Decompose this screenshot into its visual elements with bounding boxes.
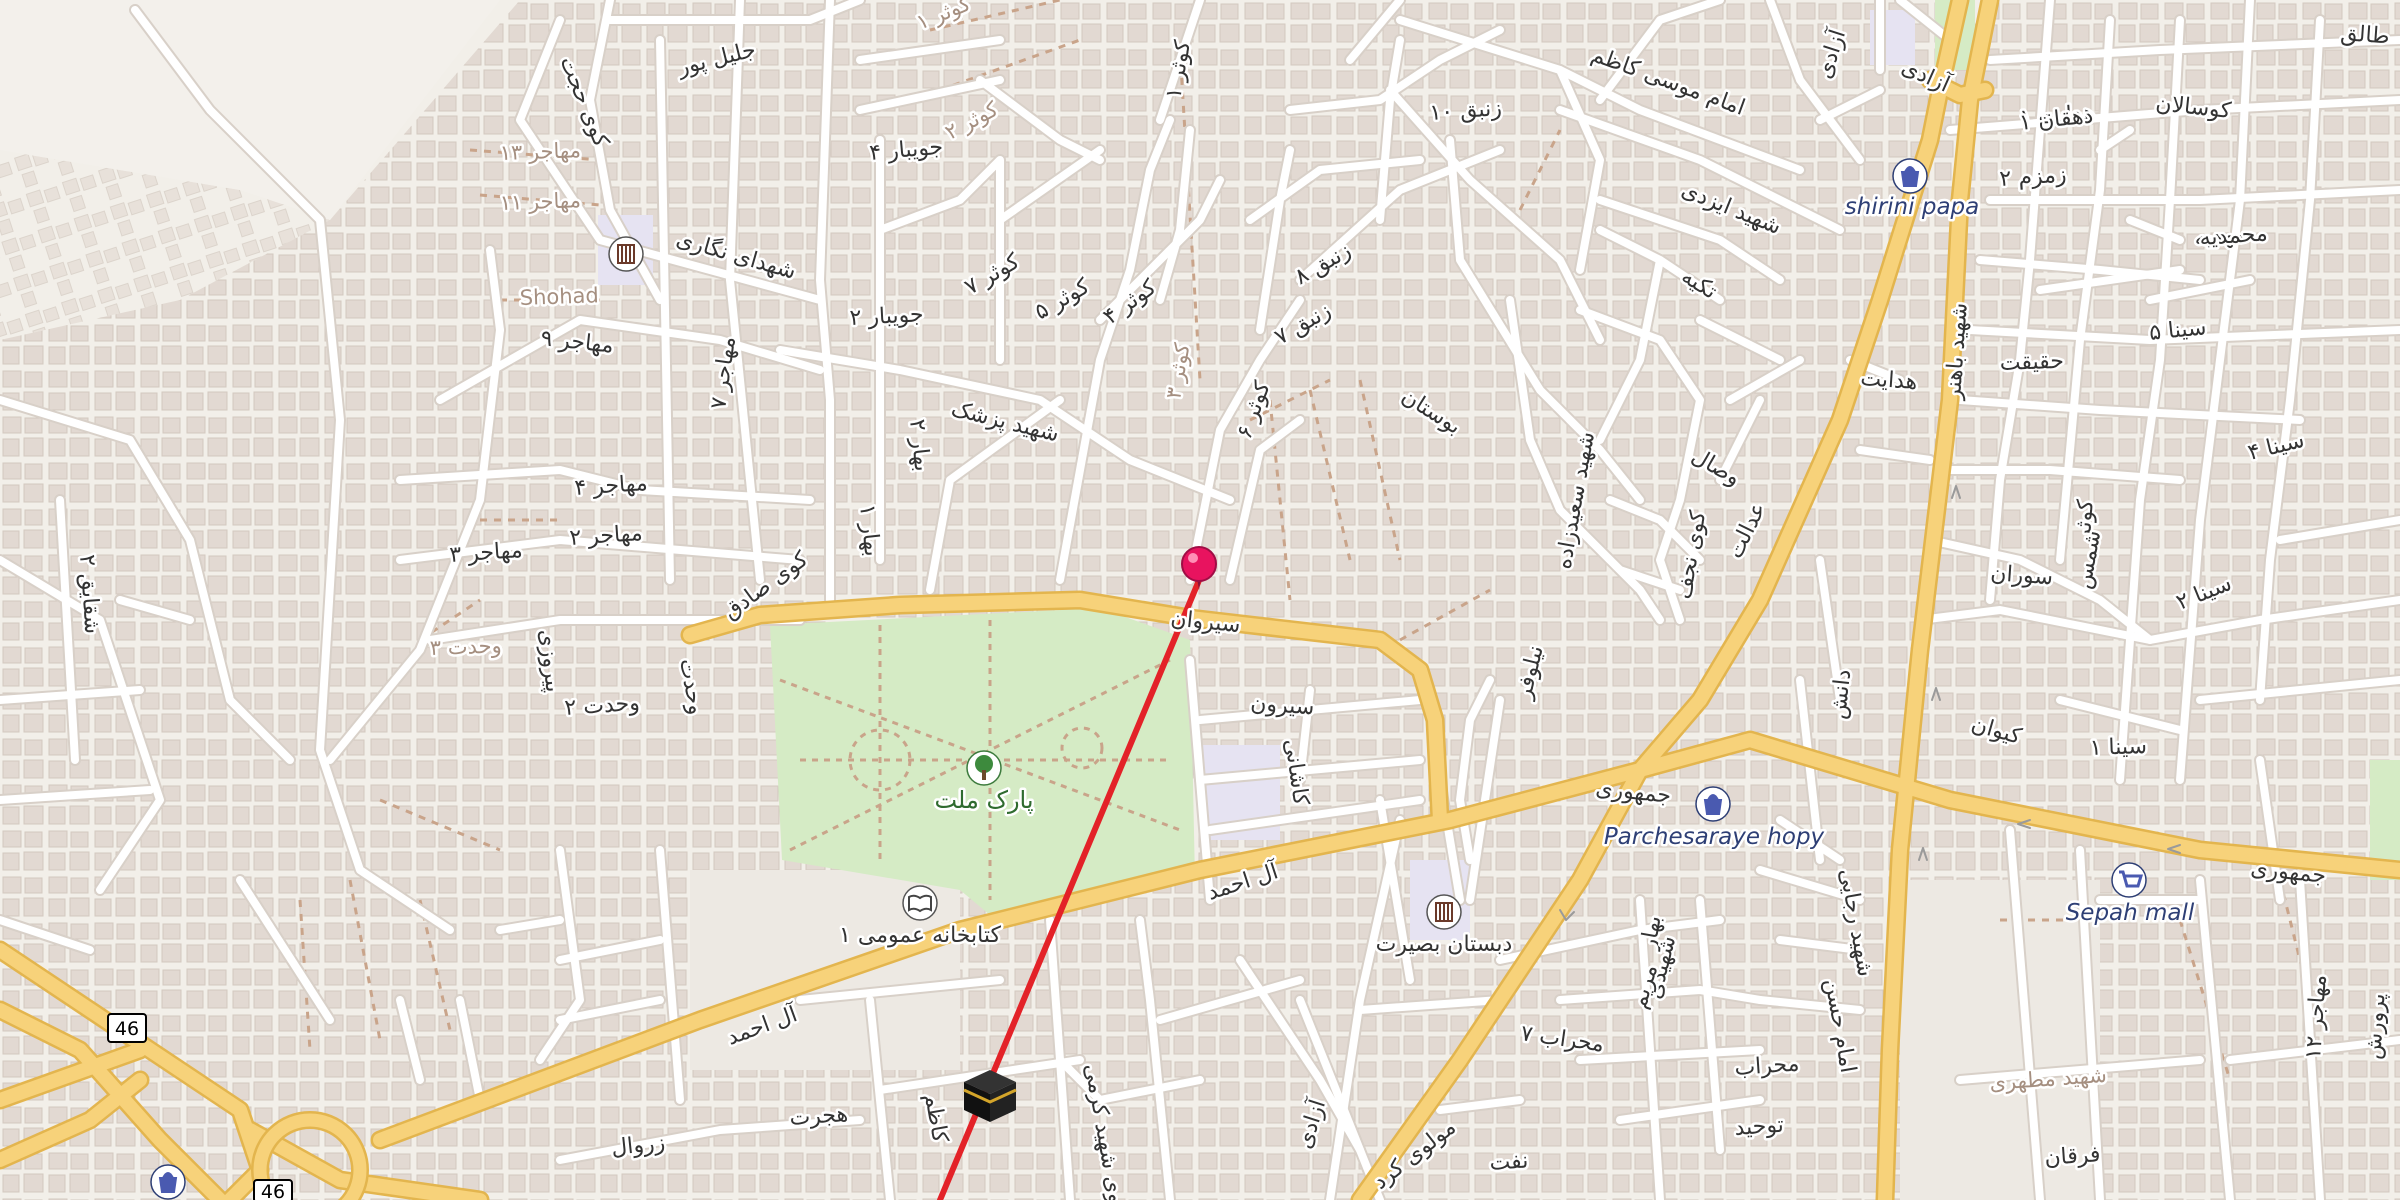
street-label: محراب <box>1734 1052 1801 1081</box>
map-view[interactable]: 46 46 shirini papa Parchesaraye hopy Sep… <box>0 0 2400 1200</box>
poi-label: پارک ملت <box>934 786 1033 814</box>
highway-shield-46-bottom: 46 <box>253 1179 293 1200</box>
poi-label: دبستان بصیرت <box>1376 932 1513 957</box>
highway-shield-46-top: 46 <box>107 1013 147 1043</box>
poi-label: Sepah mall <box>2066 900 2195 926</box>
street-label: زنبق ۱۰ <box>1429 96 1503 126</box>
shield-number: 46 <box>261 1181 285 1200</box>
street-label: دانش <box>1826 668 1856 720</box>
street-label: محمدیه <box>2199 221 2269 251</box>
poi-label: shirini papa <box>1845 194 1979 220</box>
street-label: مهاجر ۳ <box>449 538 524 568</box>
street-label: زمزم ۲ <box>1999 162 2068 192</box>
poi-label: Parchesaraye hopy <box>1604 824 1825 850</box>
street-label: نفت <box>1489 1148 1530 1176</box>
street-label: توحید <box>1734 1113 1785 1141</box>
street-label: فرقان <box>2044 1142 2102 1171</box>
poi-school-north[interactable] <box>608 236 644 272</box>
street-label: سینا ۱ <box>2089 734 2147 761</box>
street-label: مهاجر ۲ <box>569 521 644 551</box>
street-label: سوران <box>1990 561 2054 590</box>
street-label: جویبار ۲ <box>849 302 924 331</box>
street-label: مهاجر ۴ <box>574 471 649 501</box>
shield-number: 46 <box>115 1018 139 1040</box>
street-label: Shohad <box>519 283 599 310</box>
street-label: مهاجر ۱۳ <box>499 138 581 165</box>
street-label: سیرون <box>1250 691 1316 720</box>
street-label: پرورش <box>2361 992 2391 1060</box>
street-label: مهاجر ۱۱ <box>499 188 581 215</box>
poi-label: کتابخانه عمومی ۱ <box>839 923 1001 948</box>
map-canvas[interactable]: 46 46 shirini papa Parchesaraye hopy Sep… <box>0 0 2400 1200</box>
street-label: هجرت <box>789 1102 849 1131</box>
street-label: وحدت ۳ <box>429 634 502 660</box>
street-label: هدایت <box>1860 366 1919 395</box>
poi-shop-southwest[interactable] <box>150 1164 186 1200</box>
street-label: حقیقت <box>1999 349 2064 376</box>
street-label: وحدت ۲ <box>564 691 641 721</box>
street-label: طالق <box>2340 21 2391 49</box>
